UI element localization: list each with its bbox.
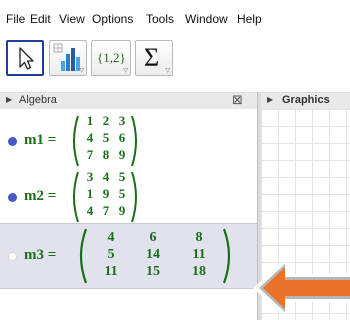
matrix-m3: 4 6 8 5 14 11 11 15 18	[91, 230, 223, 284]
visibility-toggle-m2[interactable]	[8, 193, 17, 202]
matrix-cell: 3	[118, 113, 126, 128]
matrix-cell: 14	[146, 247, 160, 262]
matrix-cell: 5	[118, 169, 126, 184]
cursor-arrow-icon	[19, 47, 34, 70]
visibility-toggle-m3[interactable]	[8, 252, 17, 261]
matrix-cell: 9	[118, 203, 126, 218]
submenu-indicator-icon: ▽	[79, 68, 84, 74]
matrix-cell: 9	[102, 186, 110, 201]
menu-help[interactable]: Help	[237, 12, 262, 26]
equals-sign: =	[47, 188, 57, 204]
visibility-toggle-m1[interactable]	[8, 137, 17, 146]
sigma-icon: Σ	[144, 43, 160, 72]
matrix-cell: 3	[86, 169, 94, 184]
collapse-triangle-icon[interactable]: ▶	[6, 95, 12, 104]
algebra-item-m1[interactable]: m1 = 1 2 3 4 5 6 7 8 9	[0, 109, 257, 173]
menu-tools[interactable]: Tools	[146, 12, 174, 26]
matrix-cell: 4	[86, 203, 94, 218]
matrix-cell: 7	[86, 147, 94, 162]
object-label-m1: m1	[24, 132, 44, 148]
sum-tool-button[interactable]: Σ ▽	[135, 40, 173, 76]
submenu-indicator-icon: ▽	[123, 68, 128, 74]
submenu-indicator-icon: ▽	[165, 68, 170, 74]
matrix-cell: 6	[118, 130, 126, 145]
algebra-item-m2[interactable]: m2 = 3 4 5 1 9 5 4 7 9	[0, 165, 257, 229]
collapse-triangle-icon[interactable]: ▶	[267, 95, 273, 104]
matrix-cell: 4	[107, 230, 115, 245]
object-label-m3: m3	[24, 247, 44, 263]
algebra-item-m3[interactable]: m3 = 4 6 8 5 14 11 11 15 18	[0, 223, 257, 289]
equals-sign: =	[47, 247, 57, 263]
move-tool-button[interactable]	[6, 40, 44, 76]
matrix-cell: 15	[146, 264, 160, 279]
left-paren	[73, 115, 79, 167]
menu-window[interactable]: Window	[185, 12, 228, 26]
toolbar: ▽ {1,2} ▽ Σ ▽	[0, 34, 350, 90]
graphics-view-title: Graphics	[282, 94, 330, 106]
close-icon[interactable]: ⊠	[232, 92, 243, 108]
left-arrow-icon	[253, 260, 350, 316]
matrix-cell: 8	[102, 147, 110, 162]
matrix-cell: 18	[192, 264, 206, 279]
matrix-cell: 5	[107, 247, 115, 262]
matrix-cell: 4	[86, 130, 94, 145]
matrix-cell: 9	[118, 147, 126, 162]
menu-edit[interactable]: Edit	[30, 12, 51, 26]
menu-file[interactable]: File	[6, 12, 25, 26]
graphics-view-header[interactable]: ▶ Graphics	[261, 92, 350, 110]
left-paren	[73, 171, 79, 223]
matrix-cell: 11	[192, 247, 206, 262]
algebra-view-header[interactable]: ▶ Algebra ⊠	[0, 92, 257, 110]
right-paren	[131, 115, 137, 167]
list-braces-icon: {1,2}	[97, 50, 126, 65]
bar-chart-tool-button[interactable]: ▽	[49, 40, 87, 76]
matrix-cell: 1	[86, 113, 94, 128]
right-paren	[131, 171, 137, 223]
matrix-cell: 5	[102, 130, 110, 145]
matrix-cell: 7	[102, 203, 110, 218]
matrix-cell: 6	[149, 230, 157, 245]
matrix-m2: 3 4 5 1 9 5 4 7 9	[82, 169, 130, 221]
matrix-cell: 11	[104, 264, 118, 279]
matrix-m1: 1 2 3 4 5 6 7 8 9	[82, 113, 130, 165]
matrix-cell: 8	[195, 230, 203, 245]
menu-view[interactable]: View	[59, 12, 85, 26]
matrix-cell: 4	[102, 169, 110, 184]
left-paren	[79, 228, 88, 284]
algebra-view-title: Algebra	[19, 94, 57, 106]
matrix-cell: 1	[86, 186, 94, 201]
menu-options[interactable]: Options	[92, 12, 133, 26]
right-paren	[222, 228, 231, 284]
menu-bar: File Edit View Options Tools Window Help	[0, 0, 350, 34]
algebra-view: m1 = 1 2 3 4 5 6 7 8 9 m2 = 3 4 5 1 9 5 …	[0, 109, 257, 320]
equals-sign: =	[47, 132, 57, 148]
object-label-m2: m2	[24, 188, 44, 204]
matrix-cell: 2	[102, 113, 110, 128]
list-tool-button[interactable]: {1,2} ▽	[91, 40, 131, 76]
matrix-cell: 5	[118, 186, 126, 201]
